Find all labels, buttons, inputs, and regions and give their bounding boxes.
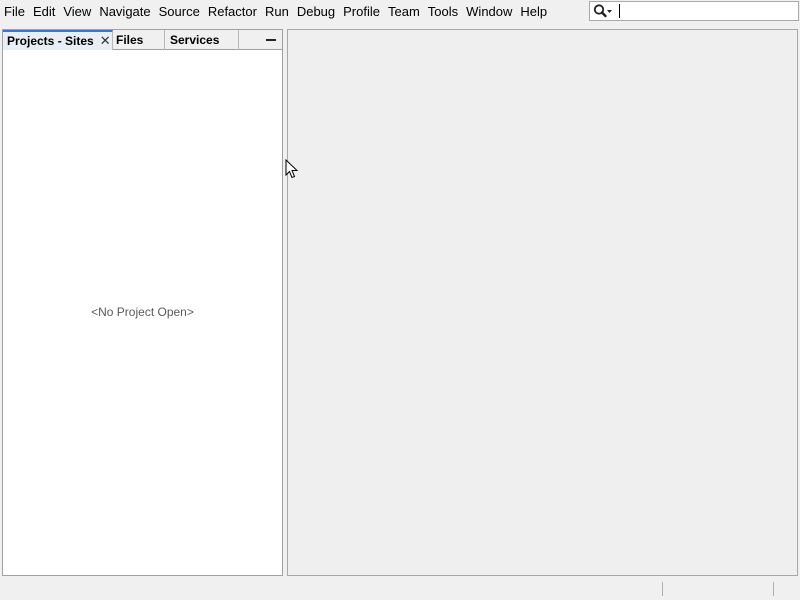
menu-view[interactable]: View bbox=[59, 1, 95, 23]
menu-edit[interactable]: Edit bbox=[29, 1, 59, 23]
menu-refactor[interactable]: Refactor bbox=[204, 1, 261, 23]
editor-area[interactable] bbox=[287, 29, 798, 576]
panel-tabbar: Projects - Sites ✕ Files Services bbox=[3, 30, 282, 50]
close-icon[interactable]: ✕ bbox=[100, 34, 111, 48]
tab-label: Projects - Sites bbox=[7, 33, 94, 48]
menu-help[interactable]: Help bbox=[516, 1, 551, 23]
status-separator bbox=[662, 582, 663, 596]
search-options-button[interactable] bbox=[590, 2, 616, 20]
minimize-icon bbox=[266, 39, 276, 41]
menu-profile[interactable]: Profile bbox=[339, 1, 384, 23]
magnifier-dropdown-icon bbox=[593, 4, 612, 18]
menu-file[interactable]: File bbox=[0, 1, 29, 23]
quick-search-box bbox=[589, 1, 799, 21]
menu-run[interactable]: Run bbox=[261, 1, 293, 23]
projects-panel: Projects - Sites ✕ Files Services <No Pr… bbox=[2, 29, 283, 576]
tab-label: Services bbox=[170, 33, 220, 47]
no-project-message: <No Project Open> bbox=[91, 305, 194, 319]
menu-navigate[interactable]: Navigate bbox=[95, 1, 154, 23]
menu-team[interactable]: Team bbox=[384, 1, 424, 23]
menu-tools[interactable]: Tools bbox=[424, 1, 462, 23]
menu-window[interactable]: Window bbox=[462, 1, 516, 23]
menu-source[interactable]: Source bbox=[155, 1, 204, 23]
minimize-button[interactable] bbox=[260, 30, 282, 50]
tab-files[interactable]: Files bbox=[113, 30, 165, 50]
tab-projects-sites[interactable]: Projects - Sites ✕ bbox=[3, 30, 113, 50]
status-bar bbox=[0, 577, 800, 600]
tab-services[interactable]: Services bbox=[165, 30, 239, 50]
tab-label: Files bbox=[116, 33, 144, 47]
status-separator bbox=[773, 582, 774, 596]
text-caret bbox=[619, 4, 620, 18]
quick-search-input[interactable] bbox=[616, 2, 798, 20]
menu-debug[interactable]: Debug bbox=[293, 1, 339, 23]
